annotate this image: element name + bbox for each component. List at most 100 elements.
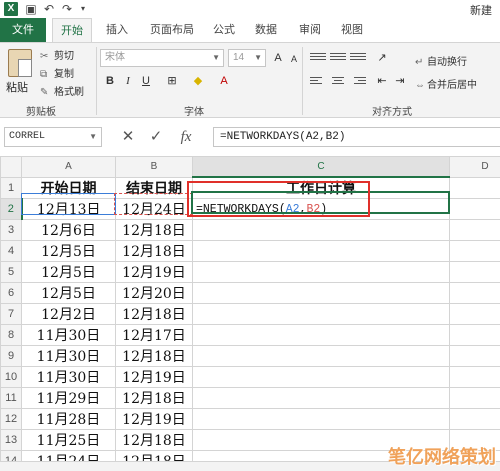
- row-header[interactable]: 3: [0, 219, 22, 242]
- cell[interactable]: [449, 387, 500, 410]
- fill-color-icon[interactable]: ◆: [190, 73, 206, 89]
- row-header[interactable]: 5: [0, 261, 22, 284]
- workdays-cell[interactable]: [192, 282, 450, 305]
- row-header[interactable]: 8: [0, 324, 22, 347]
- enter-icon[interactable]: ✓: [146, 128, 166, 146]
- grow-font-button[interactable]: A: [270, 50, 286, 66]
- start-date-cell[interactable]: 12月6日: [21, 219, 116, 242]
- format-painter-button[interactable]: ✎ 格式刷: [40, 83, 84, 98]
- start-date-cell[interactable]: 11月24日: [21, 450, 116, 461]
- workdays-cell[interactable]: [192, 387, 450, 410]
- tab-insert[interactable]: 插入: [100, 18, 134, 42]
- align-left-icon[interactable]: [310, 75, 326, 89]
- font-name-select[interactable]: 宋体 ▼: [100, 49, 224, 67]
- end-date-cell[interactable]: 12月19日: [115, 366, 193, 389]
- select-all-corner[interactable]: [0, 156, 22, 178]
- row-header[interactable]: 12: [0, 408, 22, 431]
- customize-toolbar-icon[interactable]: ▾: [76, 2, 90, 16]
- underline-button[interactable]: U: [138, 73, 154, 89]
- align-top-icon[interactable]: [310, 51, 326, 65]
- end-date-cell[interactable]: 12月19日: [115, 261, 193, 284]
- row-header[interactable]: 10: [0, 366, 22, 389]
- row-header[interactable]: 14: [0, 450, 22, 461]
- merge-center-button[interactable]: ⇔ 合并后居中: [415, 76, 477, 91]
- start-date-cell[interactable]: 11月29日: [21, 387, 116, 410]
- align-bottom-icon[interactable]: [350, 51, 366, 65]
- workdays-cell[interactable]: [192, 261, 450, 284]
- save-icon[interactable]: ▣: [24, 2, 38, 16]
- insert-function-icon[interactable]: fx: [176, 128, 196, 146]
- bold-button[interactable]: B: [102, 73, 118, 89]
- align-right-icon[interactable]: [350, 75, 366, 89]
- start-date-cell[interactable]: 11月30日: [21, 324, 116, 347]
- start-date-cell[interactable]: 11月28日: [21, 408, 116, 431]
- end-date-cell[interactable]: 12月19日: [115, 408, 193, 431]
- cell[interactable]: [449, 345, 500, 368]
- tab-formulas[interactable]: 公式: [208, 18, 240, 42]
- column-header-a[interactable]: A: [21, 156, 116, 178]
- row-header[interactable]: 6: [0, 282, 22, 305]
- workdays-cell[interactable]: [192, 240, 450, 263]
- wrap-text-button[interactable]: ↵ 自动换行: [415, 53, 467, 68]
- column-header-d[interactable]: D: [449, 156, 500, 178]
- start-date-cell[interactable]: 12月5日: [21, 240, 116, 263]
- cell[interactable]: [449, 366, 500, 389]
- row-header[interactable]: 13: [0, 429, 22, 452]
- end-date-cell[interactable]: 12月17日: [115, 324, 193, 347]
- cell[interactable]: [449, 282, 500, 305]
- workdays-cell[interactable]: [192, 324, 450, 347]
- border-icon[interactable]: ⊞: [164, 73, 180, 89]
- paste-button[interactable]: 粘贴: [6, 79, 28, 95]
- align-middle-icon[interactable]: [330, 51, 346, 65]
- start-date-cell[interactable]: 12月13日: [21, 198, 116, 221]
- orientation-icon[interactable]: ↗: [374, 50, 390, 66]
- cell[interactable]: [449, 324, 500, 347]
- shrink-font-button[interactable]: A: [286, 51, 302, 67]
- workdays-cell[interactable]: [192, 345, 450, 368]
- tab-page-layout[interactable]: 页面布局: [144, 18, 200, 42]
- decrease-indent-icon[interactable]: ⇤: [374, 73, 390, 89]
- formula-edit-cell[interactable]: =NETWORKDAYS(A2,B2): [192, 198, 450, 221]
- tab-data[interactable]: 数据: [250, 18, 282, 42]
- cancel-icon[interactable]: ✕: [118, 128, 138, 146]
- row-header[interactable]: 9: [0, 345, 22, 368]
- workdays-cell[interactable]: [192, 303, 450, 326]
- cell[interactable]: [449, 198, 500, 221]
- align-center-icon[interactable]: [330, 75, 346, 89]
- workdays-cell[interactable]: [192, 366, 450, 389]
- row-header[interactable]: 11: [0, 387, 22, 410]
- start-date-cell[interactable]: 11月25日: [21, 429, 116, 452]
- start-date-cell[interactable]: 11月30日: [21, 345, 116, 368]
- cell[interactable]: [449, 408, 500, 431]
- row-header[interactable]: 1: [0, 176, 22, 200]
- redo-icon[interactable]: ↷: [60, 2, 74, 16]
- cell[interactable]: [449, 240, 500, 263]
- formula-input[interactable]: =NETWORKDAYS(A2,B2): [213, 127, 500, 147]
- paste-icon[interactable]: [8, 49, 32, 77]
- end-date-cell[interactable]: 12月18日: [115, 219, 193, 242]
- cell[interactable]: [449, 176, 500, 200]
- end-date-cell[interactable]: 12月24日: [115, 198, 193, 221]
- header-cell-start-date[interactable]: 开始日期: [21, 176, 116, 200]
- cut-button[interactable]: ✂ 剪切: [40, 47, 74, 62]
- cell[interactable]: [449, 219, 500, 242]
- start-date-cell[interactable]: 12月5日: [21, 282, 116, 305]
- workdays-cell[interactable]: [192, 408, 450, 431]
- end-date-cell[interactable]: 12月18日: [115, 240, 193, 263]
- header-cell-end-date[interactable]: 结束日期: [115, 176, 193, 200]
- tab-review[interactable]: 审阅: [294, 18, 326, 42]
- font-color-icon[interactable]: A: [216, 73, 232, 89]
- row-header[interactable]: 2: [0, 198, 23, 221]
- end-date-cell[interactable]: 12月18日: [115, 387, 193, 410]
- column-header-b[interactable]: B: [115, 156, 193, 178]
- workdays-cell[interactable]: [192, 219, 450, 242]
- cell[interactable]: [449, 303, 500, 326]
- row-header[interactable]: 4: [0, 240, 22, 263]
- end-date-cell[interactable]: 12月18日: [115, 303, 193, 326]
- cell[interactable]: [449, 261, 500, 284]
- italic-button[interactable]: I: [120, 73, 136, 89]
- end-date-cell[interactable]: 12月18日: [115, 450, 193, 461]
- start-date-cell[interactable]: 12月5日: [21, 261, 116, 284]
- name-box[interactable]: CORREL ▼: [4, 127, 102, 147]
- column-header-c[interactable]: C: [192, 156, 450, 179]
